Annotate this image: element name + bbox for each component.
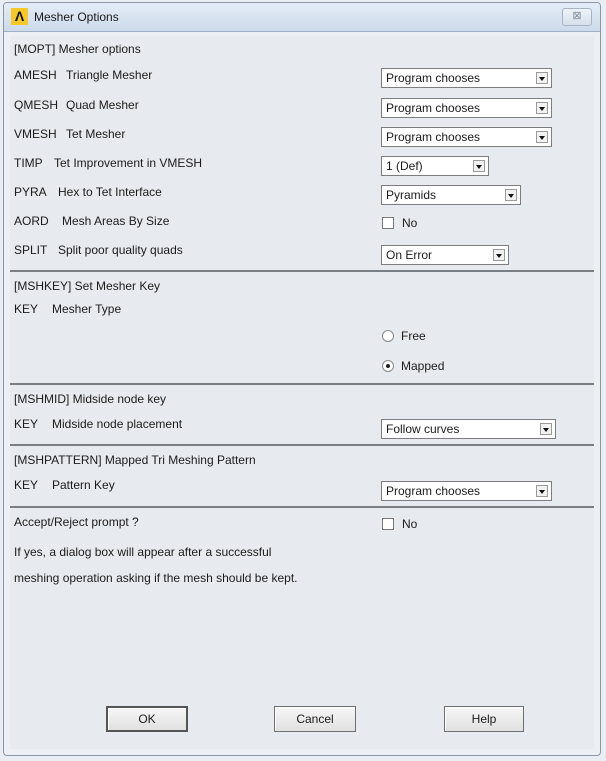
- radio-mapped-label: Mapped: [401, 359, 445, 373]
- amesh-label: AMESH Triangle Mesher: [14, 68, 152, 82]
- mshmid-label: KEY Midside node placement: [14, 417, 182, 431]
- amesh-select-value: Program chooses: [386, 71, 481, 85]
- section-divider: [10, 383, 594, 385]
- mshkey-code: KEY: [14, 302, 39, 316]
- vmesh-select[interactable]: Program chooses: [381, 127, 552, 147]
- qmesh-description: Quad Mesher: [66, 98, 139, 112]
- section-divider: [10, 506, 594, 508]
- mshmid-code: KEY: [14, 417, 39, 431]
- vmesh-description: Tet Mesher: [66, 127, 126, 141]
- radio-mapped[interactable]: [382, 360, 394, 372]
- window-title: Mesher Options: [34, 10, 119, 24]
- mshpattern-code: KEY: [14, 478, 39, 492]
- qmesh-label: QMESH Quad Mesher: [14, 98, 139, 112]
- chevron-down-icon[interactable]: [473, 160, 485, 172]
- qmesh-code: QMESH: [14, 98, 59, 112]
- split-select[interactable]: On Error: [381, 245, 509, 265]
- pyra-description: Hex to Tet Interface: [58, 185, 162, 199]
- mesher-options-dialog: Λ Mesher Options ⊠ [MOPT] Mesher options…: [3, 2, 601, 756]
- amesh-description: Triangle Mesher: [66, 68, 153, 82]
- help-button[interactable]: Help: [444, 706, 524, 732]
- mshpattern-select[interactable]: Program chooses: [381, 481, 552, 501]
- aord-description: Mesh Areas By Size: [62, 214, 170, 228]
- prompt-note-line-2: meshing operation asking if the mesh sho…: [14, 571, 298, 585]
- accept-reject-checkbox-label: No: [402, 517, 418, 531]
- prompt-note-line-1: If yes, a dialog box will appear after a…: [14, 545, 272, 559]
- cancel-button[interactable]: Cancel: [274, 706, 356, 732]
- split-label: SPLIT Split poor quality quads: [14, 243, 183, 257]
- qmesh-select-value: Program chooses: [386, 101, 481, 115]
- chevron-down-icon[interactable]: [536, 72, 548, 84]
- timp-select-value: 1 (Def): [386, 159, 423, 173]
- aord-checkbox-label: No: [402, 216, 418, 230]
- timp-select[interactable]: 1 (Def): [381, 156, 489, 176]
- vmesh-code: VMESH: [14, 127, 57, 141]
- mshmid-select[interactable]: Follow curves: [381, 419, 556, 439]
- mshmid-description: Midside node placement: [52, 417, 183, 431]
- vmesh-select-value: Program chooses: [386, 130, 481, 144]
- aord-label: AORD Mesh Areas By Size: [14, 214, 169, 228]
- chevron-down-icon[interactable]: [540, 423, 552, 435]
- timp-description: Tet Improvement in VMESH: [54, 156, 203, 170]
- chevron-down-icon[interactable]: [536, 102, 548, 114]
- dialog-body: [MOPT] Mesher options AMESH Triangle Mesh…: [10, 36, 594, 749]
- chevron-down-icon[interactable]: [536, 131, 548, 143]
- mshkey-section-header: [MSHKEY] Set Mesher Key: [14, 279, 161, 293]
- pyra-select[interactable]: Pyramids: [381, 185, 521, 205]
- chevron-down-icon[interactable]: [536, 485, 548, 497]
- qmesh-select[interactable]: Program chooses: [381, 98, 552, 118]
- mshpattern-label: KEY Pattern Key: [14, 478, 115, 492]
- mshpattern-select-value: Program chooses: [386, 484, 481, 498]
- pyra-label: PYRA Hex to Tet Interface: [14, 185, 162, 199]
- section-divider: [10, 270, 594, 272]
- mshpattern-section-header: [MSHPATTERN] Mapped Tri Meshing Pattern: [14, 453, 256, 467]
- split-code: SPLIT: [14, 243, 48, 257]
- mshpattern-description: Pattern Key: [52, 478, 115, 492]
- mshmid-section-header: [MSHMID] Midside node key: [14, 392, 167, 406]
- ansys-logo-icon: Λ: [11, 8, 28, 25]
- amesh-select[interactable]: Program chooses: [381, 68, 552, 88]
- section-divider: [10, 444, 594, 446]
- title-bar: Λ Mesher Options ⊠: [4, 3, 600, 32]
- pyra-code: PYRA: [14, 185, 47, 199]
- split-description: Split poor quality quads: [58, 243, 183, 257]
- aord-checkbox[interactable]: [382, 217, 394, 229]
- chevron-down-icon[interactable]: [505, 189, 517, 201]
- chevron-down-icon[interactable]: [493, 249, 505, 261]
- accept-reject-label: Accept/Reject prompt ?: [14, 515, 139, 529]
- split-select-value: On Error: [386, 248, 433, 262]
- radio-free-label: Free: [401, 329, 426, 343]
- close-button[interactable]: ⊠: [562, 8, 592, 26]
- ok-button[interactable]: OK: [106, 706, 188, 732]
- accept-reject-checkbox[interactable]: [382, 518, 394, 530]
- radio-free[interactable]: [382, 330, 394, 342]
- mshkey-description: Mesher Type: [52, 302, 122, 316]
- aord-code: AORD: [14, 214, 49, 228]
- vmesh-label: VMESH Tet Mesher: [14, 127, 125, 141]
- mshkey-label: KEY Mesher Type: [14, 302, 121, 316]
- mopt-section-header: [MOPT] Mesher options: [14, 42, 141, 56]
- amesh-code: AMESH: [14, 68, 57, 82]
- timp-code: TIMP: [14, 156, 43, 170]
- pyra-select-value: Pyramids: [386, 188, 437, 202]
- mshmid-select-value: Follow curves: [386, 422, 460, 436]
- timp-label: TIMP Tet Improvement in VMESH: [14, 156, 202, 170]
